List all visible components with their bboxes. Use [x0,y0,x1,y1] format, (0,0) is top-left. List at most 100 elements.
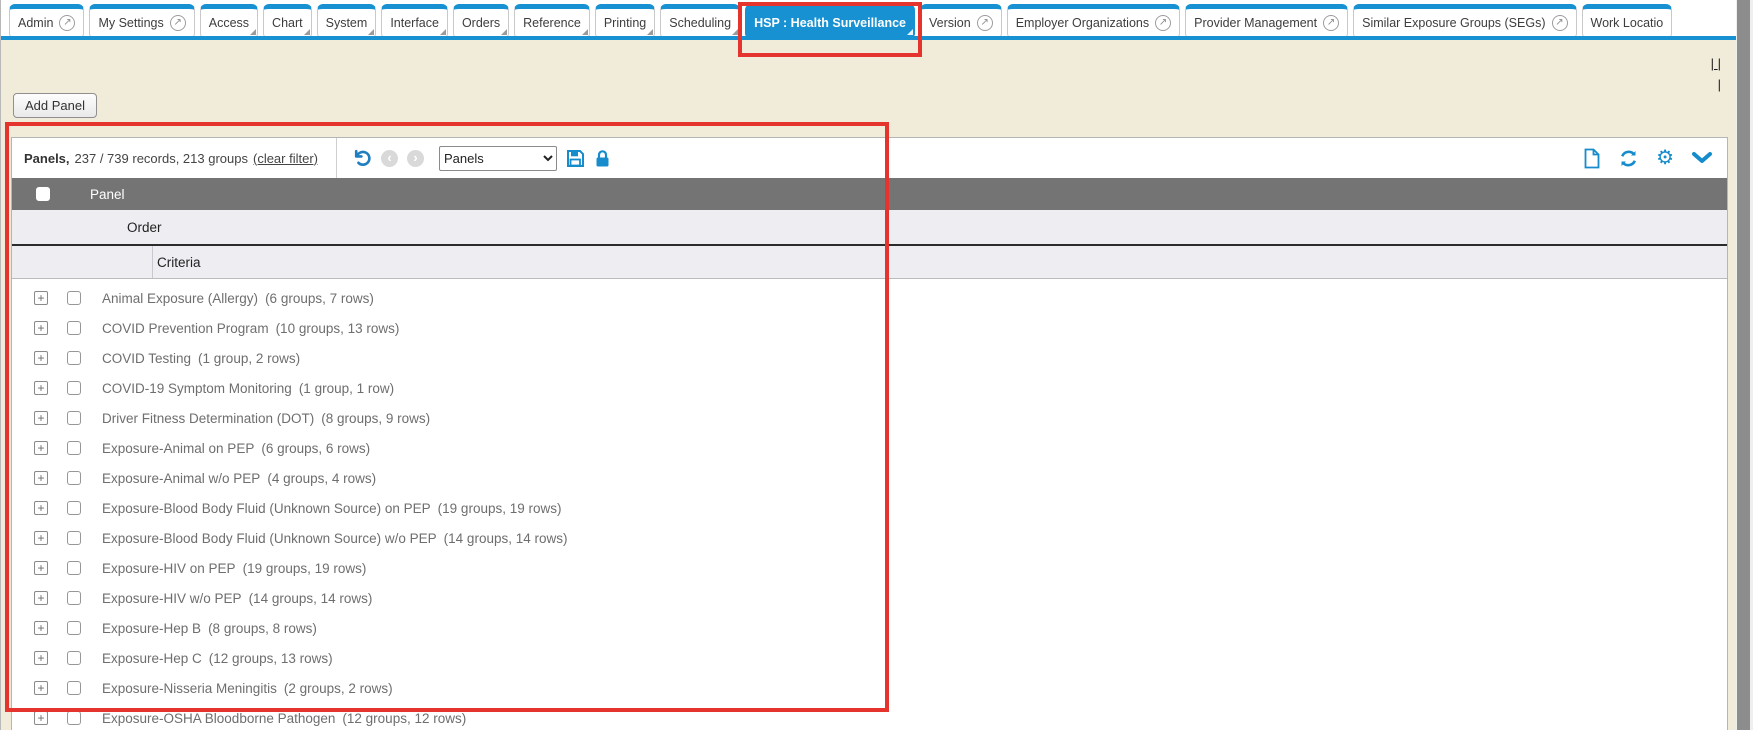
open-external-icon[interactable]: ↗ [1155,15,1171,31]
row-checkbox[interactable] [67,531,81,545]
table-row[interactable]: + COVID-19 Symptom Monitoring (1 group, … [12,373,1727,403]
panel-name[interactable]: Animal Exposure (Allergy) [102,291,258,306]
expand-icon[interactable]: + [34,681,48,695]
table-row[interactable]: + COVID Testing (1 group, 2 rows) [12,343,1727,373]
row-checkbox[interactable] [67,591,81,605]
refresh-icon[interactable] [1618,148,1639,169]
row-checkbox[interactable] [67,471,81,485]
expand-icon[interactable]: + [34,561,48,575]
collapse-chevron-icon[interactable] [1691,151,1713,165]
panel-name[interactable]: Exposure-Blood Body Fluid (Unknown Sourc… [102,501,431,516]
panel-name[interactable]: Exposure-Hep B [102,621,201,636]
open-external-icon[interactable]: ↗ [1552,15,1568,31]
table-row[interactable]: + Exposure-Nisseria Meningitis (2 groups… [12,673,1727,703]
row-checkbox[interactable] [67,651,81,665]
tab-provider-management[interactable]: Provider Management ↗ [1185,4,1348,37]
table-row[interactable]: + COVID Prevention Program (10 groups, 1… [12,313,1727,343]
table-row[interactable]: + Exposure-Animal on PEP (6 groups, 6 ro… [12,433,1727,463]
tab-access[interactable]: Access ↗ [200,4,258,37]
panel-name[interactable]: Exposure-HIV on PEP [102,561,236,576]
table-row[interactable]: + Exposure-OSHA Bloodborne Pathogen (12 … [12,703,1727,730]
panel-name[interactable]: COVID-19 Symptom Monitoring [102,381,292,396]
row-checkbox[interactable] [67,681,81,695]
panel-name[interactable]: COVID Prevention Program [102,321,269,336]
panels-summary: Panels, 237 / 739 records, 213 groups (c… [12,138,337,178]
table-row[interactable]: + Exposure-HIV on PEP (19 groups, 19 row… [12,553,1727,583]
row-checkbox[interactable] [67,321,81,335]
undo-icon[interactable] [351,148,372,169]
tab-employer-organizations[interactable]: Employer Organizations ↗ [1007,4,1180,37]
table-row[interactable]: + Animal Exposure (Allergy) (6 groups, 7… [12,283,1727,313]
table-row[interactable]: + Exposure-Animal w/o PEP (4 groups, 4 r… [12,463,1727,493]
tab-admin[interactable]: Admin ↗ [9,4,84,37]
tab-my-settings[interactable]: My Settings ↗ [89,4,194,37]
row-checkbox[interactable] [67,561,81,575]
tab-version[interactable]: Version ↗ [920,4,1002,37]
row-checkbox[interactable] [67,441,81,455]
row-checkbox[interactable] [67,381,81,395]
panel-name[interactable]: Exposure-HIV w/o PEP [102,591,242,606]
panel-name[interactable]: Exposure-Animal on PEP [102,441,254,456]
select-all-checkbox[interactable] [36,187,50,201]
prev-record-icon[interactable]: ‹ [381,150,398,167]
expand-icon[interactable]: + [34,501,48,515]
expand-icon[interactable]: + [34,471,48,485]
open-external-icon[interactable]: ↗ [1323,15,1339,31]
panel-name[interactable]: Exposure-OSHA Bloodborne Pathogen [102,711,335,726]
gear-icon[interactable]: ⚙ [1656,148,1674,168]
header-link[interactable] [1711,56,1718,71]
expand-icon[interactable]: + [34,291,48,305]
tab-reference[interactable]: Reference ↗ [514,4,590,37]
table-row[interactable]: + Exposure-HIV w/o PEP (14 groups, 14 ro… [12,583,1727,613]
expand-icon[interactable]: + [34,591,48,605]
table-row[interactable]: + Exposure-Hep B (8 groups, 8 rows) [12,613,1727,643]
expand-icon[interactable]: + [34,321,48,335]
expand-icon[interactable]: + [34,621,48,635]
expand-icon[interactable]: + [34,381,48,395]
expand-icon[interactable]: + [34,441,48,455]
clear-filter-link[interactable]: (clear filter) [253,151,318,166]
lock-icon[interactable] [594,149,611,168]
add-panel-button[interactable]: Add Panel [13,93,97,118]
next-record-icon[interactable]: › [407,150,424,167]
open-external-icon[interactable]: ↗ [977,15,993,31]
panel-name[interactable]: COVID Testing [102,351,191,366]
row-checkbox[interactable] [67,411,81,425]
table-row[interactable]: + Exposure-Blood Body Fluid (Unknown Sou… [12,493,1727,523]
scrollbar-thumb[interactable] [1737,0,1750,730]
row-checkbox[interactable] [67,291,81,305]
tab-scheduling[interactable]: Scheduling ↗ [660,4,740,37]
row-checkbox[interactable] [67,621,81,635]
panel-name[interactable]: Driver Fitness Determination (DOT) [102,411,314,426]
expand-icon[interactable]: + [34,651,48,665]
tab-system[interactable]: System ↗ [317,4,377,37]
expand-icon[interactable]: + [34,711,48,725]
panel-name[interactable]: Exposure-Blood Body Fluid (Unknown Sourc… [102,531,437,546]
expand-icon[interactable]: + [34,531,48,545]
open-external-icon[interactable]: ↗ [170,15,186,31]
tab-printing[interactable]: Printing ↗ [595,4,655,37]
row-checkbox[interactable] [67,501,81,515]
expand-icon[interactable]: + [34,411,48,425]
new-document-icon[interactable] [1583,148,1601,169]
header-link[interactable] [1718,56,1721,71]
expand-icon[interactable]: + [34,351,48,365]
panel-name[interactable]: Exposure-Hep C [102,651,202,666]
view-select[interactable]: Panels [439,146,557,171]
tab-hsp-health-surveillance[interactable]: HSP : Health Surveillance ↗ [745,4,915,37]
tab-similar-exposure-groups[interactable]: Similar Exposure Groups (SEGs) ↗ [1353,4,1576,37]
header-link[interactable] [1718,77,1721,92]
row-checkbox[interactable] [67,711,81,725]
table-row[interactable]: + Exposure-Hep C (12 groups, 13 rows) [12,643,1727,673]
table-row[interactable]: + Exposure-Blood Body Fluid (Unknown Sou… [12,523,1727,553]
row-checkbox[interactable] [67,351,81,365]
tab-interface[interactable]: Interface ↗ [381,4,448,37]
table-row[interactable]: + Driver Fitness Determination (DOT) (8 … [12,403,1727,433]
panel-name[interactable]: Exposure-Nisseria Meningitis [102,681,277,696]
tab-chart[interactable]: Chart ↗ [263,4,312,37]
open-external-icon[interactable]: ↗ [59,15,75,31]
panel-name[interactable]: Exposure-Animal w/o PEP [102,471,260,486]
save-icon[interactable] [566,149,585,168]
tab-work-locations[interactable]: Work Locatio ↗ [1582,4,1673,37]
tab-orders[interactable]: Orders ↗ [453,4,509,37]
